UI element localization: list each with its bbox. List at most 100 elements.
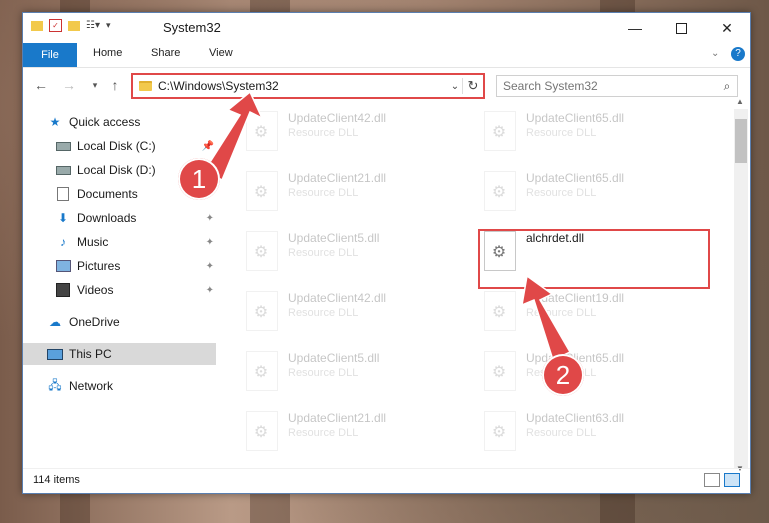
ribbon-tabs: File Home Share View ⌄ ? (23, 43, 750, 68)
sidebar-item-network[interactable]: 🖧 Network (47, 375, 242, 397)
sidebar-item-label: Quick access (69, 115, 141, 129)
file-type: Resource DLL (526, 307, 597, 319)
star-icon: ★ (49, 115, 61, 129)
address-dropdown-icon[interactable]: ⌄ (448, 81, 462, 92)
file-type: Resource DLL (288, 247, 359, 259)
documents-icon (55, 187, 71, 201)
vertical-scrollbar[interactable]: ▲ ▼ (734, 97, 748, 473)
file-type: Resource DLL (288, 367, 359, 379)
search-input[interactable] (497, 78, 717, 94)
forward-button[interactable]: → (59, 75, 79, 95)
file-item[interactable]: ⚙ UpdateClient21.dll Resource DLL (238, 407, 468, 457)
details-view-icon[interactable] (704, 473, 720, 487)
file-type: Resource DLL (526, 187, 597, 199)
file-item[interactable]: ⚙ UpdateClient65.dllResource DLL (476, 347, 706, 397)
tab-file[interactable]: File (23, 43, 77, 67)
drive-icon (55, 163, 71, 177)
sidebar-item-this-pc[interactable]: This PC (23, 343, 216, 365)
recent-locations-button[interactable]: ▾ (85, 75, 105, 95)
sidebar-item-label: Network (69, 379, 114, 393)
sidebar-item-label: Pictures (77, 259, 121, 273)
file-item[interactable]: ⚙ UpdateClient5.dll Resource DLL (238, 347, 468, 397)
dll-file-icon: ⚙ (484, 351, 516, 391)
tiles-view-icon[interactable] (724, 473, 740, 487)
back-button[interactable]: ← (31, 75, 51, 95)
dll-file-icon: ⚙ (246, 411, 278, 451)
folder-icon (31, 20, 43, 31)
window-title: System32 (163, 20, 221, 35)
sidebar-item-label: Local Disk (C:) (77, 139, 156, 153)
dll-file-icon: ⚙ (484, 171, 516, 211)
tab-view[interactable]: View (209, 47, 233, 59)
file-item[interactable]: ⚙ UpdateClient65.dllResource DLL (476, 167, 706, 217)
address-bar[interactable]: C:\Windows\System32 ⌄ ↻ (131, 73, 485, 99)
dll-file-icon: ⚙ (484, 291, 516, 331)
file-type: Resource DLL (288, 307, 359, 319)
dll-file-icon: ⚙ (484, 111, 516, 151)
dll-file-icon: ⚙ (246, 171, 278, 211)
view-switcher (704, 473, 740, 487)
tab-home[interactable]: Home (93, 47, 122, 59)
file-item[interactable]: ⚙ UpdateClient21.dll Resource DLL (238, 167, 468, 217)
status-bar: 114 items (23, 468, 750, 493)
file-item[interactable]: ⚙ UpdateClient42.dll Resource DLL (238, 107, 468, 157)
maximize-button[interactable] (658, 13, 704, 43)
file-item[interactable]: ⚙ UpdateClient42.dll Resource DLL (238, 287, 468, 337)
pin-icon[interactable]: 📌 (202, 141, 214, 152)
file-item[interactable]: ⚙ UpdateClient63.dll Resource DLL (476, 407, 706, 457)
file-type: Resource DLL (526, 127, 597, 139)
pin-icon[interactable]: ✦ (206, 213, 214, 224)
callout-badge-2: 2 (542, 354, 584, 396)
sidebar-item-music[interactable]: ♪ Music ✦ (55, 231, 218, 253)
file-name: UpdateClient42.dll (288, 111, 387, 125)
search-box[interactable]: ⌕ (496, 75, 738, 97)
back-arrow-icon: ← (34, 77, 48, 93)
file-item[interactable]: ⚙ UpdateClient19.dll Resource DLL (476, 287, 706, 337)
help-icon[interactable]: ? (731, 47, 745, 61)
sidebar-item-quick-access[interactable]: ★ Quick access (47, 111, 242, 133)
dll-file-icon: ⚙ (246, 231, 278, 271)
sidebar-item-label: This PC (69, 347, 112, 361)
sidebar-item-local-disk-c[interactable]: Local Disk (C:) 📌 (55, 135, 218, 157)
callout-badge-1: 1 (178, 158, 220, 200)
customize-toolbar-icon[interactable]: ☷▾ (86, 20, 100, 31)
sidebar-item-label: OneDrive (69, 315, 120, 329)
minimize-icon: — (628, 20, 642, 36)
file-type: Resource DLL (288, 187, 359, 199)
file-name: UpdateClient21.dll (288, 171, 387, 185)
pin-icon[interactable]: ✦ (206, 261, 214, 272)
explorer-window: ✓ ☷▾ ▾ System32 — ✕ File Home Share View… (22, 12, 751, 494)
scrollbar-thumb[interactable] (735, 119, 747, 163)
file-item[interactable]: ⚙ UpdateClient5.dll Resource DLL (238, 227, 468, 277)
sidebar-item-onedrive[interactable]: ☁ OneDrive (47, 311, 242, 333)
address-path[interactable]: C:\Windows\System32 (158, 79, 448, 93)
file-name: UpdateClient5.dll (288, 231, 380, 245)
search-icon[interactable]: ⌕ (717, 79, 737, 94)
toolbar-dropdown-icon[interactable]: ▾ (106, 20, 111, 31)
pictures-icon (55, 259, 71, 273)
file-name: UpdateClient65.dll (526, 111, 625, 125)
up-button[interactable]: ↑ (105, 75, 125, 95)
file-highlight-box (478, 229, 710, 289)
file-name: UpdateClient5.dll (288, 351, 380, 365)
sidebar-item-pictures[interactable]: Pictures ✦ (55, 255, 218, 277)
expand-ribbon-icon[interactable]: ⌄ (711, 48, 719, 59)
scroll-up-icon[interactable]: ▲ (736, 97, 744, 106)
dll-file-icon: ⚙ (246, 111, 278, 151)
file-item[interactable]: ⚙ UpdateClient65.dll Resource DLL (476, 107, 706, 157)
sidebar-item-downloads[interactable]: ⬇ Downloads ✦ (55, 207, 218, 229)
close-button[interactable]: ✕ (704, 13, 750, 43)
tab-share[interactable]: Share (151, 47, 180, 59)
new-folder-icon[interactable] (68, 20, 80, 31)
dll-file-icon: ⚙ (484, 411, 516, 451)
refresh-icon[interactable]: ↻ (462, 78, 483, 94)
pin-icon[interactable]: ✦ (206, 237, 214, 248)
properties-icon[interactable]: ✓ (49, 19, 62, 32)
pin-icon[interactable]: ✦ (206, 285, 214, 296)
network-icon: 🖧 (48, 377, 62, 392)
dll-file-icon: ⚙ (246, 351, 278, 391)
sidebar-item-videos[interactable]: Videos ✦ (55, 279, 218, 301)
minimize-button[interactable]: — (612, 13, 658, 43)
sidebar-item-label: Downloads (77, 211, 137, 225)
music-icon: ♪ (60, 235, 66, 249)
